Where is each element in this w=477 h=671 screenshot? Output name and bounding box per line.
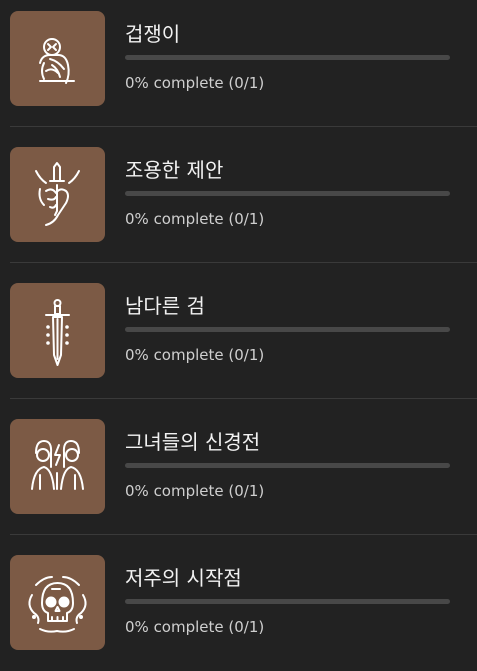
- achievement-item[interactable]: 겁쟁이 0% complete (0/1): [0, 0, 477, 127]
- progress-bar: [125, 55, 450, 60]
- hand-with-dagger-icon: [10, 147, 105, 242]
- cursed-skull-icon: [10, 555, 105, 650]
- progress-bar: [125, 463, 450, 468]
- achievement-item[interactable]: 남다른 검 0% complete (0/1): [0, 263, 477, 399]
- sword-icon: [10, 283, 105, 378]
- achievement-status: 0% complete (0/1): [125, 210, 265, 228]
- achievement-list: 겁쟁이 0% complete (0/1) 조용한 제안 0% complete…: [0, 0, 477, 669]
- achievement-item[interactable]: 조용한 제안 0% complete (0/1): [0, 127, 477, 263]
- two-women-lightning-icon: [10, 419, 105, 514]
- achievement-item[interactable]: 저주의 시작점 0% complete (0/1): [0, 535, 477, 671]
- progress-bar: [125, 191, 450, 196]
- achievement-title: 남다른 검: [125, 294, 205, 318]
- achievement-status: 0% complete (0/1): [125, 482, 265, 500]
- achievement-title: 그녀들의 신경전: [125, 430, 261, 454]
- progress-bar: [125, 327, 450, 332]
- achievement-title: 조용한 제안: [125, 158, 224, 182]
- progress-bar: [125, 599, 450, 604]
- cowering-figure-icon: [10, 11, 105, 106]
- achievement-title: 겁쟁이: [125, 22, 181, 46]
- achievement-item[interactable]: 그녀들의 신경전 0% complete (0/1): [0, 399, 477, 535]
- achievement-status: 0% complete (0/1): [125, 618, 265, 636]
- achievement-title: 저주의 시작점: [125, 566, 242, 590]
- achievement-status: 0% complete (0/1): [125, 74, 265, 92]
- achievement-status: 0% complete (0/1): [125, 346, 265, 364]
